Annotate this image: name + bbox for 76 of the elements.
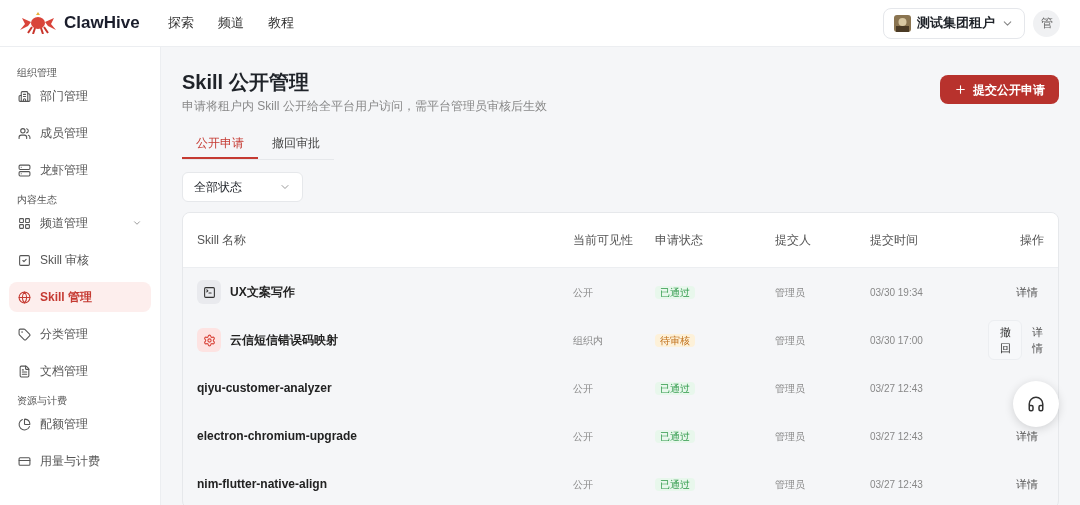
time-cell-text: 03/30 19:34 [870, 285, 924, 300]
gear-icon [197, 328, 221, 352]
column-header: 操作 [1019, 232, 1044, 249]
sidebar-item[interactable]: Skill 审核 [9, 245, 151, 275]
visibility-cell-text: 公开 [573, 285, 594, 300]
server-icon [18, 163, 31, 177]
skill-name: qiyu-customer-analyzer [197, 380, 332, 397]
grid-icon [18, 216, 31, 230]
page-subtitle: 申请将租户内 Skill 公开给全平台用户访问，需平台管理员审核后生效 [182, 98, 547, 115]
sidebar-item[interactable]: 用量与计费 [9, 446, 151, 476]
sidebar-group-title: 内容生态 [16, 193, 58, 207]
details-link[interactable]: 详情 [1016, 284, 1044, 300]
status-filter[interactable]: 全部状态 [182, 172, 303, 202]
sidebar-item[interactable]: 文档管理 [9, 356, 151, 386]
sidebar-item[interactable]: 部门管理 [9, 81, 151, 111]
submitter-cell-text: 管理员 [775, 429, 806, 444]
visibility-cell-text: 公开 [573, 477, 594, 492]
user-avatar[interactable]: 管 [1033, 9, 1060, 37]
status-badge: 待审核 [655, 333, 695, 347]
status-badge: 已通过 [655, 477, 695, 491]
visibility-cell-text: 组织内 [573, 333, 604, 348]
status-badge: 已通过 [655, 429, 695, 443]
column-header: 申请状态 [655, 232, 704, 249]
tab[interactable]: 撤回审批 [258, 128, 334, 159]
submitter-cell-text: 管理员 [775, 477, 806, 492]
details-link[interactable]: 详情 [1016, 476, 1044, 492]
column-header: Skill 名称 [197, 232, 248, 249]
pie-icon [18, 417, 31, 431]
time-cell-text: 03/27 12:43 [870, 429, 924, 444]
sidebar-item[interactable]: Skill 管理 [9, 282, 151, 312]
time-cell-text: 03/27 12:43 [870, 381, 924, 396]
check-icon [18, 253, 31, 267]
nav-link[interactable]: 教程 [255, 13, 306, 33]
sidebar-group-title: 组织管理 [16, 66, 58, 80]
plus-icon [954, 83, 967, 96]
sidebar-item[interactable]: 频道管理 [9, 208, 151, 238]
sidebar-item[interactable]: 分类管理 [9, 319, 151, 349]
skill-name: 云信短信错误码映射 [230, 332, 338, 349]
nav-link[interactable]: 探索 [155, 13, 206, 33]
time-cell-text: 03/27 12:43 [870, 477, 924, 492]
globe-icon [18, 290, 31, 304]
withdraw-button[interactable]: 撤回 [988, 320, 1022, 360]
column-header: 提交时间 [870, 232, 919, 249]
headset-icon [1027, 395, 1045, 413]
users-icon [18, 126, 31, 140]
terminal-icon [197, 280, 221, 304]
submitter-cell-text: 管理员 [775, 381, 806, 396]
sidebar-item[interactable]: 龙虾管理 [9, 155, 151, 185]
column-header: 提交人 [775, 232, 812, 249]
page-title: Skill 公开管理 [182, 70, 310, 95]
visibility-cell-text: 公开 [573, 429, 594, 444]
card-icon [18, 454, 31, 468]
sidebar-item[interactable]: 配额管理 [9, 409, 151, 439]
sidebar-group-title: 资源与计费 [16, 394, 68, 408]
tag-icon [18, 327, 31, 341]
details-link[interactable]: 详情 [1016, 428, 1044, 444]
crab-logo-icon [20, 12, 56, 34]
submit-button[interactable]: 提交公开申请 [940, 75, 1059, 104]
submitter-cell-text: 管理员 [775, 333, 806, 348]
building-icon [18, 89, 31, 103]
status-badge: 已通过 [655, 381, 695, 395]
nav-link[interactable]: 频道 [205, 13, 256, 33]
tenant-selector[interactable]: 测试集团租户 [883, 7, 1025, 39]
details-link[interactable]: 详情 [1030, 324, 1044, 356]
time-cell-text: 03/30 17:00 [870, 333, 924, 348]
status-badge: 已通过 [655, 285, 695, 299]
visibility-cell-text: 公开 [573, 381, 594, 396]
file-icon [18, 364, 31, 378]
sidebar-item[interactable]: 成员管理 [9, 118, 151, 148]
skill-name: UX文案写作 [230, 284, 295, 301]
brand-name: ClawHive [64, 12, 140, 35]
skill-name: electron-chromium-upgrade [197, 428, 358, 445]
submitter-cell-text: 管理员 [775, 285, 806, 300]
column-header: 当前可见性 [573, 231, 634, 249]
skill-name: nim-flutter-native-align [197, 476, 327, 493]
tab[interactable]: 公开申请 [182, 128, 258, 159]
